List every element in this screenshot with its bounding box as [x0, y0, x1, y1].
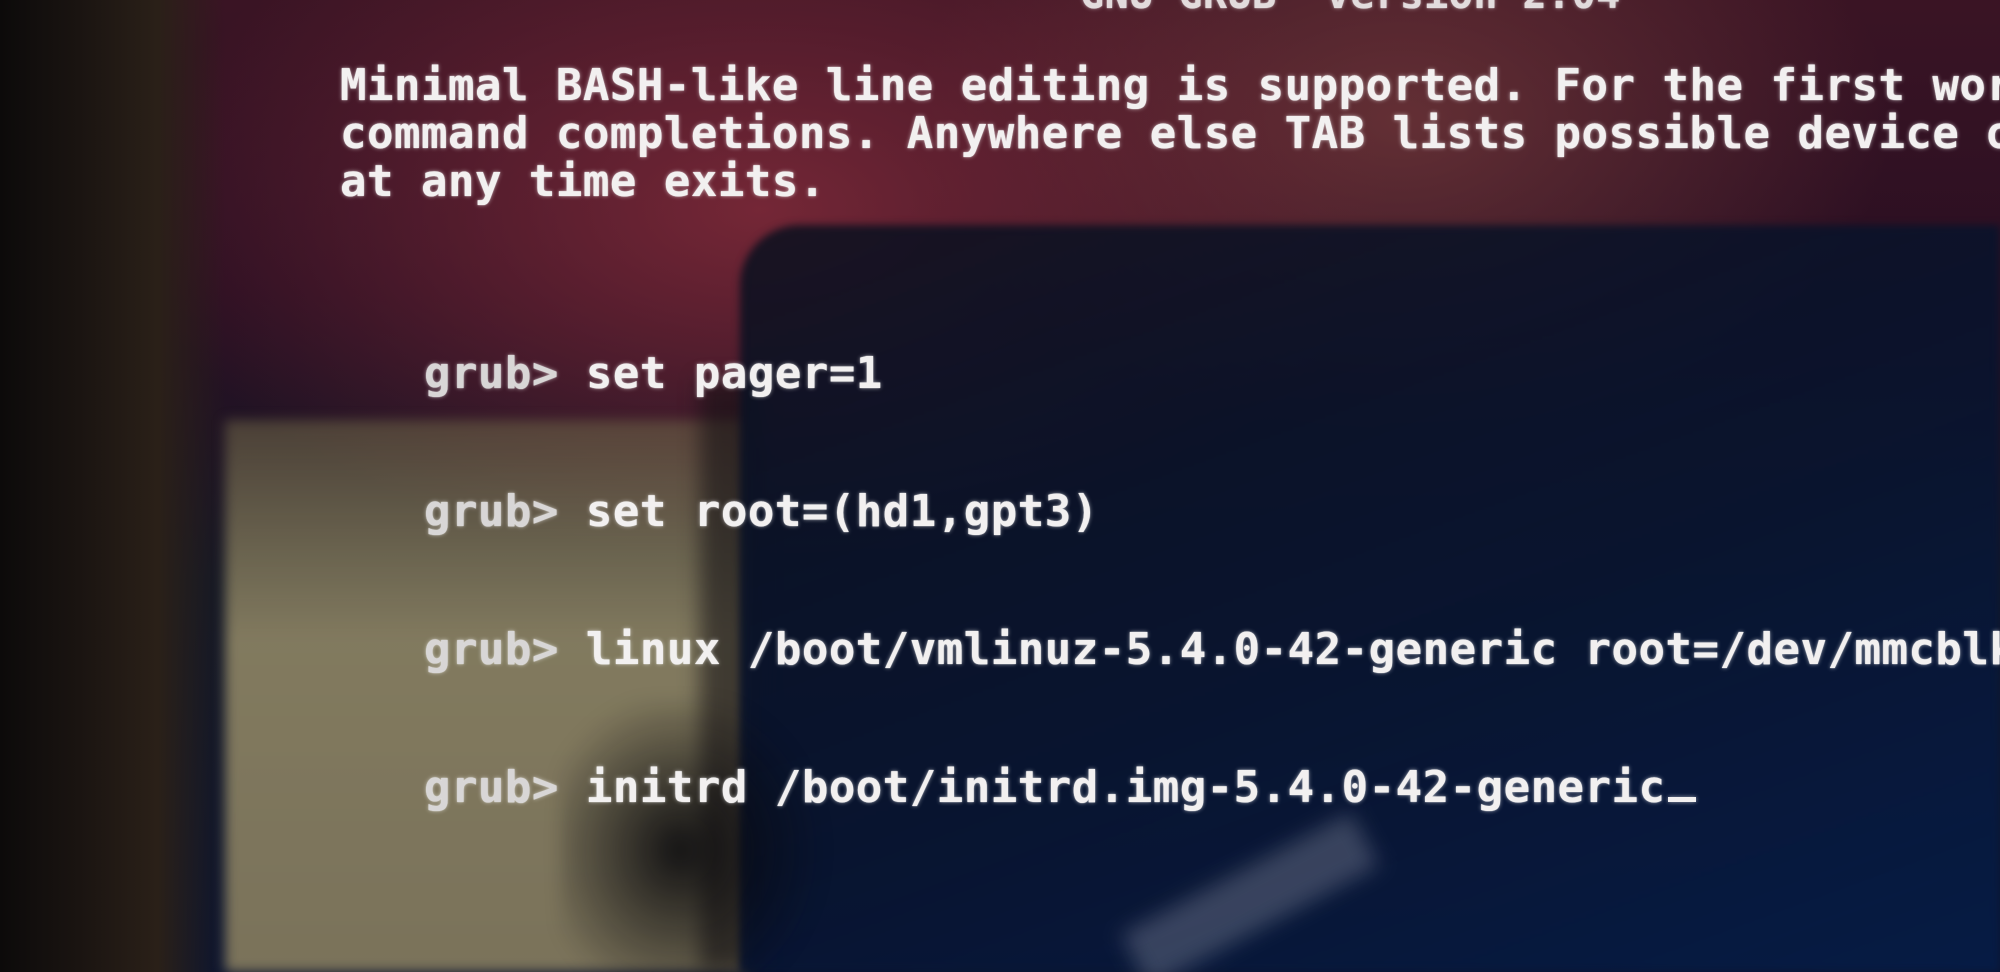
active-command-line[interactable]: grub> initrd /boot/initrd.img-5.4.0-42-g… [262, 719, 2000, 857]
grub-prompt: grub> [423, 348, 559, 399]
help-line: at any time exits. [340, 156, 826, 207]
command-input[interactable]: initrd /boot/initrd.img-5.4.0-42-generic [586, 762, 1666, 813]
text-cursor [1667, 797, 1696, 802]
command-text: set root=(hd1,gpt3) [585, 486, 1099, 537]
grub-help-text: Minimal BASH-like line editing is suppor… [340, 62, 2000, 206]
command-line: grub> set pager=1 [262, 305, 2000, 443]
command-line: grub> linux /boot/vmlinuz-5.4.0-42-gener… [262, 581, 2000, 719]
help-line: command completions. Anywhere else TAB l… [340, 108, 2000, 159]
grub-prompt: grub> [423, 624, 559, 675]
grub-version-header: GNU GRUB version 2.04 [1080, 0, 1621, 18]
grub-prompt: grub> [423, 762, 559, 813]
grub-prompt: grub> [423, 486, 559, 537]
grub-console-screen: GNU GRUB version 2.04 Minimal BASH-like … [0, 0, 2000, 972]
command-line: grub> set root=(hd1,gpt3) [262, 443, 2000, 581]
command-text: set pager=1 [585, 348, 883, 399]
monitor-bezel [0, 0, 225, 972]
command-text: linux /boot/vmlinuz-5.4.0-42-generic roo… [585, 624, 2000, 675]
help-line: Minimal BASH-like line editing is suppor… [340, 60, 2000, 111]
grub-command-history[interactable]: grub> set pager=1 grub> set root=(hd1,gp… [262, 305, 2000, 857]
